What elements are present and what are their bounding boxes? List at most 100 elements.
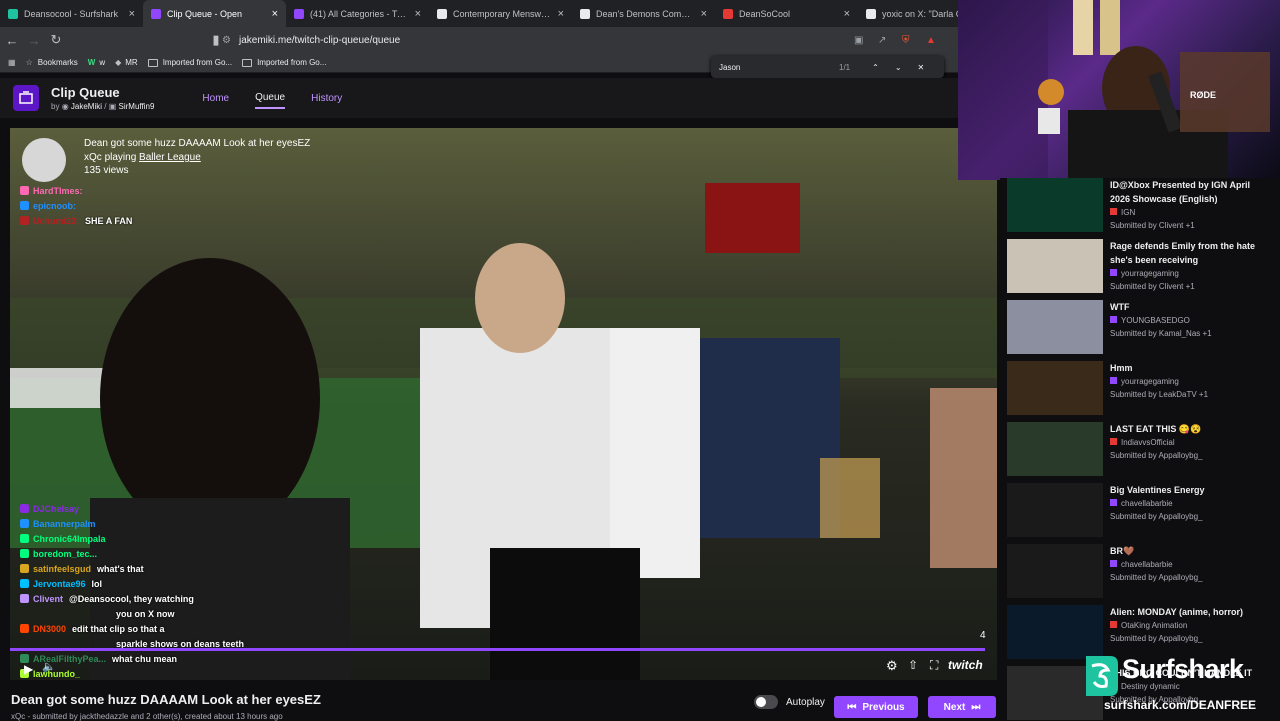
previous-button[interactable]: ⏮ Previous	[834, 696, 918, 718]
queue-item[interactable]: ID@Xbox Presented by IGN April 2026 Show…	[1007, 178, 1277, 234]
browser-tab[interactable]: (41) All Categories - Twitch ×	[286, 0, 429, 27]
chat-username[interactable]: HardTImes:	[33, 186, 83, 196]
chat-username[interactable]: Uchumi23:	[33, 216, 79, 226]
author-link[interactable]: JakeMiki	[71, 102, 102, 111]
browser-tab[interactable]: Deansocool - Surfshark ×	[0, 0, 143, 27]
twitch-logo[interactable]: twitch	[948, 658, 983, 672]
queue-item-thumbnail[interactable]	[1007, 300, 1103, 354]
bookmark-item[interactable]: ◆ MR	[115, 58, 138, 67]
queue-item[interactable]: Big Valentines Energy chavellabarbie Submi…	[1007, 483, 1277, 539]
browser-tab[interactable]: Dean's Demons Community / ×	[572, 0, 715, 27]
share-icon[interactable]: ⇧	[908, 658, 918, 672]
chat-username[interactable]: DN3000	[33, 624, 66, 634]
queue-item-title: Alien: MONDAY (anime, horror)	[1110, 607, 1244, 617]
back-icon[interactable]: ←	[2, 33, 22, 48]
chat-username[interactable]: DJChelsay	[33, 504, 79, 514]
queue-item-thumbnail[interactable]	[1007, 483, 1103, 537]
find-input[interactable]: Jason	[719, 63, 839, 72]
queue-item-channel: OtaKing Animation	[1110, 621, 1187, 630]
fullscreen-icon[interactable]: ⛶	[930, 658, 938, 673]
bookmark-folder[interactable]: Imported from Go...	[147, 58, 232, 67]
find-count: 1/1	[839, 62, 851, 72]
play-icon[interactable]: ▶	[24, 662, 33, 676]
video-player[interactable]: Dean got some huzz DAAAAM Look at her ey…	[10, 128, 997, 680]
next-icon: ⏭	[971, 701, 981, 713]
chat-message: epicnoob:	[20, 198, 132, 213]
bookmark-item[interactable]: Ww	[88, 58, 105, 67]
chat-message: Uchumi23: SHE A FAN	[20, 213, 132, 228]
twitch-small-icon: ▣	[108, 102, 117, 111]
queue-item-submitter: Submitted by LeakDaTV +1	[1110, 390, 1209, 399]
queue-item-channel: yourragegaming	[1110, 377, 1179, 386]
queue-item-thumbnail[interactable]	[1007, 544, 1103, 598]
app-header: Clip Queue by ◉ JakeMiki / ▣ SirMuffin9 …	[0, 78, 1000, 118]
browser-tab[interactable]: Clip Queue - Open ×	[143, 0, 286, 27]
chat-username[interactable]: satinfeelsgud	[33, 564, 91, 574]
queue-item[interactable]: LAST EAT THIS 😋😵 IndiavvsOfficial Submitte…	[1007, 422, 1277, 478]
chat-message: DN3000 edit that clip so that a	[20, 621, 244, 636]
find-next-icon[interactable]: ⌄	[895, 63, 902, 72]
tab-close-icon[interactable]: ×	[558, 8, 564, 20]
nav-history[interactable]: History	[311, 89, 342, 108]
apps-icon[interactable]: ▦	[8, 58, 16, 67]
autoplay-toggle[interactable]	[754, 695, 778, 709]
nav-home[interactable]: Home	[202, 89, 229, 108]
reload-icon[interactable]: ↻	[46, 32, 66, 48]
rewards-icon[interactable]: ▲	[926, 35, 936, 46]
bookmark-folder[interactable]: Imported from Go...	[242, 58, 326, 67]
find-close-icon[interactable]: ✕	[918, 63, 925, 72]
chat-username[interactable]: Clivent	[33, 594, 63, 604]
screen-icon[interactable]: ▣	[854, 35, 863, 46]
site-info-icon[interactable]: ⚙	[222, 35, 231, 46]
platform-icon	[1110, 438, 1117, 445]
queue-item-channel: yourragegaming	[1110, 269, 1179, 278]
volume-icon[interactable]: 🔈	[42, 660, 56, 673]
channel-avatar	[22, 138, 66, 182]
queue-item-channel: IGN	[1110, 208, 1135, 217]
queue-item[interactable]: Hmm yourragegaming Submitted by LeakDaTV +…	[1007, 361, 1277, 417]
share-icon[interactable]: ↗	[878, 35, 886, 46]
chat-username[interactable]: Chronic64Impala	[33, 534, 106, 544]
sponsor-url: surfshark.com/DEANFREE	[1104, 698, 1257, 712]
queue-item-title: BR🤎	[1110, 546, 1135, 556]
author-link[interactable]: SirMuffin9	[119, 102, 155, 111]
chat-username[interactable]: Banannerpalm	[33, 519, 96, 529]
tab-close-icon[interactable]: ×	[844, 8, 850, 20]
bookmark-item[interactable]: ☆ Bookmarks	[26, 58, 78, 67]
browser-tab[interactable]: Contemporary Menswear, Stre ×	[429, 0, 572, 27]
next-button[interactable]: Next ⏭	[928, 696, 996, 718]
queue-item-title: Big Valentines Energy	[1110, 485, 1205, 495]
queue-item-channel: IndiavvsOfficial	[1110, 438, 1175, 447]
chat-username[interactable]: Jervontae96	[33, 579, 86, 589]
previous-icon: ⏮	[847, 701, 857, 713]
queue-item-submitter: Submitted by Kamal_Nas +1	[1110, 329, 1212, 338]
address-bar[interactable]: ⚙ jakemiki.me/twitch-clip-queue/queue ▣ …	[222, 30, 942, 50]
tab-close-icon[interactable]: ×	[129, 8, 135, 20]
tab-close-icon[interactable]: ×	[272, 8, 278, 20]
find-in-page-bar: Jason 1/1 ⌃ ⌄ ✕	[711, 56, 944, 78]
queue-item-thumbnail[interactable]	[1007, 361, 1103, 415]
chat-username[interactable]: epicnoob:	[33, 201, 76, 211]
queue-item[interactable]: Rage defends Emily from the hate she's b…	[1007, 239, 1277, 295]
queue-item[interactable]: BR🤎 chavellabarbie Submitted by Appalloybg…	[1007, 544, 1277, 600]
game-link[interactable]: Baller League	[139, 152, 201, 163]
chat-text: @Deansocool, they watching	[69, 593, 194, 604]
queue-item-thumbnail[interactable]	[1007, 239, 1103, 293]
find-prev-icon[interactable]: ⌃	[872, 63, 879, 72]
tab-close-icon[interactable]: ×	[415, 8, 421, 20]
channel-name[interactable]: xQc	[84, 152, 102, 163]
nav-queue[interactable]: Queue	[255, 88, 286, 109]
tab-close-icon[interactable]: ×	[701, 8, 707, 20]
chat-username[interactable]: boredom_tec...	[33, 549, 97, 559]
settings-icon[interactable]: ⚙	[886, 658, 898, 674]
queue-item-title: ID@Xbox Presented by IGN April 2026 Show…	[1110, 180, 1250, 204]
chat-message: Chronic64Impala	[20, 531, 244, 546]
brave-shield-icon[interactable]: ⛨	[902, 35, 910, 46]
chat-badge-icon	[20, 549, 29, 558]
queue-item-thumbnail[interactable]	[1007, 178, 1103, 232]
queue-item-thumbnail[interactable]	[1007, 422, 1103, 476]
queue-item[interactable]: WTF YOUNGBASEDGO Submitted by Kamal_Nas +1	[1007, 300, 1277, 356]
browser-tab[interactable]: DeanSoCool ×	[715, 0, 858, 27]
forward-icon[interactable]: →	[24, 33, 44, 48]
folder-icon	[147, 58, 158, 67]
